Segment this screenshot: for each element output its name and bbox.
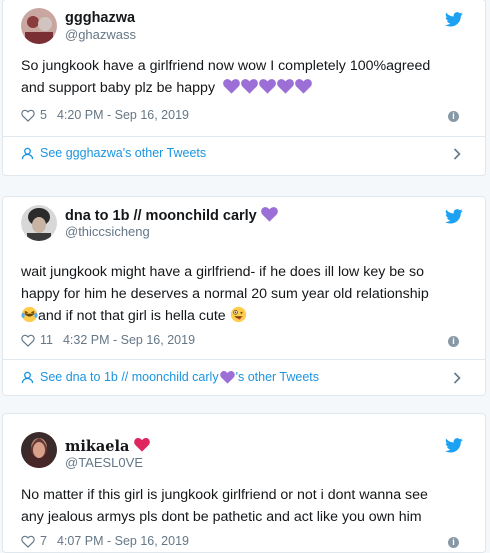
tweet-card-2[interactable]: dna to 1b // moonchild carly @thiccsiche… (2, 196, 486, 396)
like-count[interactable]: 5 (40, 108, 47, 122)
see-other-tweets-label[interactable]: See dna to 1b // moonchild carly (40, 370, 219, 384)
purple-heart-icon (219, 370, 235, 384)
tweet-meta: 5 4:20 PM - Sep 16, 2019 (21, 108, 189, 122)
twitter-bird-icon[interactable] (445, 12, 463, 27)
user-icon (21, 147, 34, 159)
like-count[interactable]: 11 (40, 333, 53, 347)
heart-outline-icon[interactable] (21, 334, 35, 347)
display-name[interactable]: ggghazwa (65, 10, 135, 26)
display-name-text[interactable]: dna to 1b // moonchild carly (65, 208, 257, 224)
tweet-meta: 7 4:07 PM - Sep 16, 2019 (21, 534, 189, 548)
see-other-tweets-label[interactable]: See ggghazwa's other Tweets (40, 146, 206, 160)
info-icon[interactable]: i (448, 111, 459, 122)
tweet-text-span: and if not that girl is hella cute (38, 308, 226, 324)
red-heart-icon (134, 438, 151, 452)
timestamp[interactable]: 4:32 PM - Sep 16, 2019 (63, 333, 195, 347)
username[interactable]: @TAESL0VE (65, 455, 143, 471)
info-icon[interactable]: i (448, 537, 459, 548)
chevron-right-icon[interactable] (453, 372, 461, 384)
tweet-text-line: wait jungkook might have a girlfriend- i… (21, 264, 424, 280)
divider (3, 136, 485, 137)
tweet-text-line: So jungkook have a girlfriend now wow I … (21, 58, 431, 74)
tweet-text: wait jungkook might have a girlfriend- i… (21, 261, 471, 327)
chevron-right-icon[interactable] (453, 148, 461, 160)
divider (3, 359, 485, 360)
purple-heart-icon (241, 79, 258, 94)
tweet-card-1[interactable]: ggghazwa @ghazwass So jungkook have a gi… (2, 0, 486, 176)
purple-heart-icon (295, 79, 312, 94)
see-other-tweets-link[interactable]: See dna to 1b // moonchild carly 's other… (21, 370, 319, 384)
timestamp[interactable]: 4:20 PM - Sep 16, 2019 (57, 108, 189, 122)
display-name-text[interactable]: mikaela (65, 438, 129, 455)
tweet-text-line: any jealous armys pls dont be pathetic a… (21, 509, 422, 525)
tweet-text: So jungkook have a girlfriend now wow I … (21, 55, 471, 99)
tweet-text-line: happy for him he deserves a normal 20 su… (21, 286, 429, 302)
tweet-card-3[interactable]: mikaela @TAESL0VE No matter if this girl… (2, 413, 486, 553)
info-icon[interactable]: i (448, 336, 459, 347)
tweet-text-line: No matter if this girl is jungkook girlf… (21, 487, 428, 503)
tweet-header: mikaela @TAESL0VE (3, 414, 485, 474)
tweet-text-span: and support baby plz be happy (21, 80, 216, 96)
like-count[interactable]: 7 (40, 534, 47, 548)
purple-heart-icon (259, 79, 276, 94)
purple-heart-emoji-group (223, 79, 313, 96)
username[interactable]: @thiccsicheng (65, 224, 150, 240)
zany-face-emoji-icon (230, 306, 246, 323)
see-other-tweets-link[interactable]: See ggghazwa's other Tweets (21, 146, 206, 160)
tweet-header: ggghazwa @ghazwass (3, 0, 485, 44)
avatar[interactable] (21, 205, 57, 241)
tweet-header: dna to 1b // moonchild carly @thiccsiche… (3, 197, 485, 241)
see-other-tweets-label-suffix[interactable]: 's other Tweets (236, 370, 319, 384)
username[interactable]: @ghazwass (65, 27, 136, 43)
timestamp[interactable]: 4:07 PM - Sep 16, 2019 (57, 534, 189, 548)
twitter-bird-icon[interactable] (445, 209, 463, 224)
twitter-bird-icon[interactable] (445, 438, 463, 453)
purple-heart-icon (277, 79, 294, 94)
avatar[interactable] (21, 8, 57, 44)
laughing-tears-emoji-icon (21, 306, 38, 323)
tweet-text-line: and if not that girl is hella cute (21, 305, 471, 327)
heart-outline-icon[interactable] (21, 109, 35, 122)
tweet-meta: 11 4:32 PM - Sep 16, 2019 (21, 333, 195, 347)
display-name[interactable]: mikaela (65, 438, 151, 455)
user-icon (21, 371, 34, 383)
purple-heart-icon (260, 207, 278, 222)
heart-outline-icon[interactable] (21, 535, 35, 548)
display-name[interactable]: dna to 1b // moonchild carly (65, 207, 279, 224)
purple-heart-icon (223, 79, 240, 94)
avatar[interactable] (21, 432, 57, 468)
tweet-text-line: and support baby plz be happy (21, 77, 471, 99)
tweet-text: No matter if this girl is jungkook girlf… (21, 484, 471, 528)
